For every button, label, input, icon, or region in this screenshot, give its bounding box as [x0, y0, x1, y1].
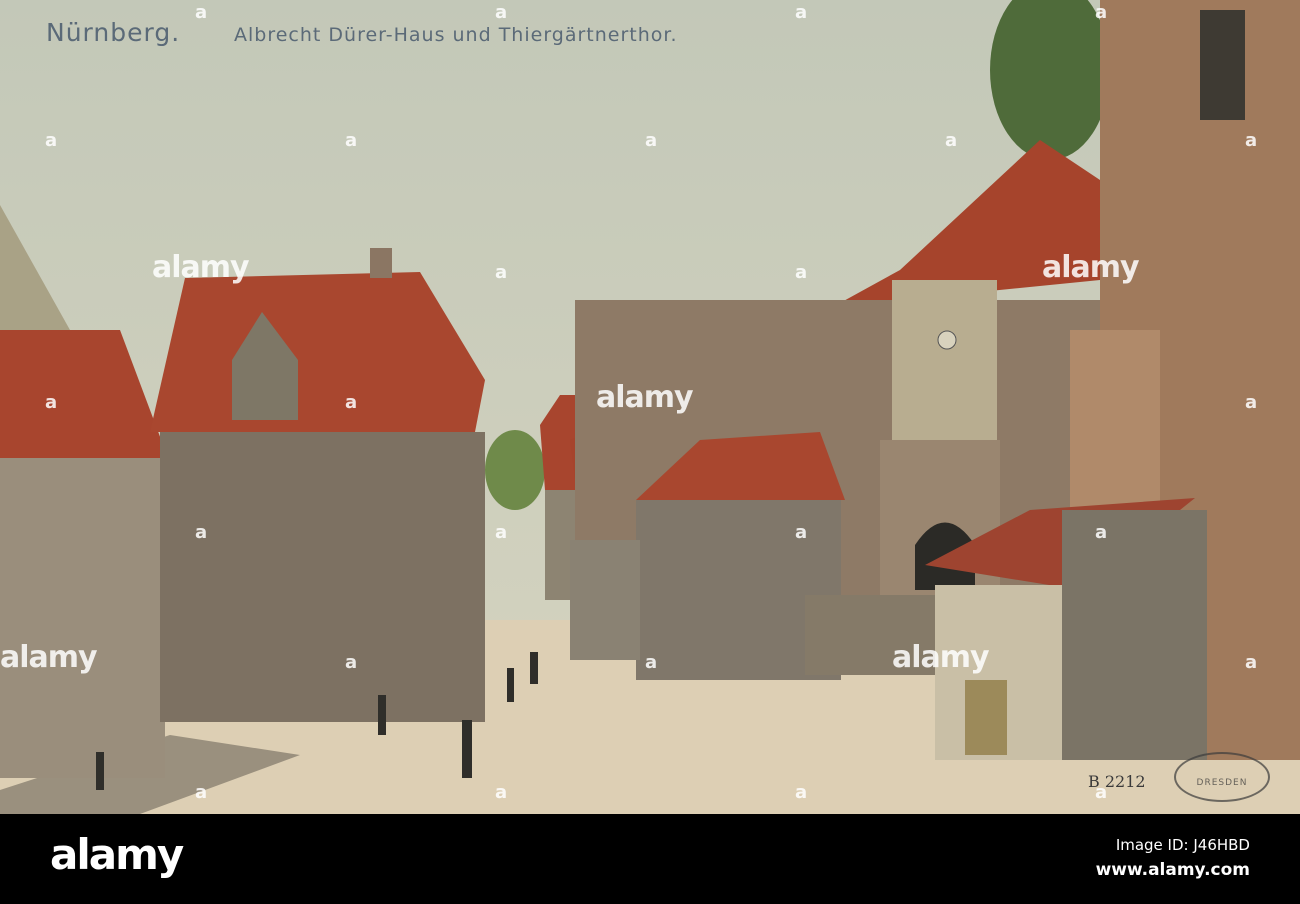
- watermark-mark: a: [195, 782, 208, 803]
- alamy-logo: alamy: [50, 830, 184, 879]
- watermark-mark: a: [495, 2, 508, 23]
- postcard-city-caption: Nürnberg.: [46, 18, 181, 47]
- watermark: alamy: [596, 380, 694, 415]
- watermark-mark: a: [495, 522, 508, 543]
- watermark-mark: a: [645, 652, 658, 673]
- watermark-mark: a: [1245, 130, 1258, 151]
- postcard-subtitle-caption: Albrecht Dürer-Haus und Thiergärtnerthor…: [234, 24, 678, 46]
- durer-house: [160, 432, 485, 722]
- watermark-mark: a: [645, 130, 658, 151]
- watermark: alamy: [152, 250, 250, 285]
- watermark-mark: a: [495, 262, 508, 283]
- watermark-mark: a: [195, 2, 208, 23]
- tower-buttress: [1070, 330, 1160, 510]
- watermark-mark: a: [795, 262, 808, 283]
- small-house-door: [965, 680, 1007, 755]
- clock: [937, 330, 957, 350]
- pedestrian: [530, 652, 538, 684]
- watermark-mark: a: [45, 130, 58, 151]
- tree: [485, 430, 545, 510]
- watermark-mark: a: [795, 782, 808, 803]
- watermark-mark: a: [345, 130, 358, 151]
- image-id: Image ID: J46HBD: [1115, 836, 1250, 854]
- site-url: www.alamy.com: [1095, 860, 1250, 880]
- watermark-mark: a: [345, 652, 358, 673]
- left-house: [0, 458, 165, 778]
- watermark-mark: a: [1245, 652, 1258, 673]
- watermark-mark: a: [795, 522, 808, 543]
- watermark-mark: a: [45, 392, 58, 413]
- watermark-mark: a: [1095, 522, 1108, 543]
- watermark-mark: a: [795, 2, 808, 23]
- pedestrian: [462, 720, 472, 778]
- stamp-text: DRESDEN: [1196, 778, 1248, 788]
- watermark-mark: a: [1245, 392, 1258, 413]
- watermark-mark: a: [1095, 782, 1108, 803]
- watermark-mark: a: [945, 130, 958, 151]
- watermark-mark: a: [1095, 2, 1108, 23]
- watermark: alamy: [1042, 250, 1140, 285]
- watermark: alamy: [892, 640, 990, 675]
- watermark-mark: a: [345, 392, 358, 413]
- watermark: alamy: [0, 640, 98, 675]
- small-house-side: [1062, 510, 1207, 760]
- chimney: [370, 248, 392, 278]
- footer-bar: alamy Image ID: J46HBD www.alamy.com: [0, 814, 1300, 904]
- watermark-mark: a: [195, 522, 208, 543]
- pedestrian: [378, 695, 386, 735]
- tower-window: [1200, 10, 1245, 120]
- gate-tower: [892, 280, 997, 440]
- pedestrian: [507, 668, 514, 702]
- pedestrian: [96, 752, 104, 790]
- watermark-mark: a: [495, 782, 508, 803]
- publisher-stamp: DRESDEN: [1174, 752, 1270, 802]
- small-house-left: [570, 540, 640, 660]
